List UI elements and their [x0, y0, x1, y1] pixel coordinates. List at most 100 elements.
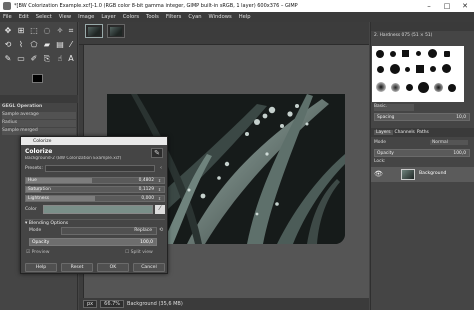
tab-paths[interactable]: Paths — [417, 130, 429, 135]
eye-visibility-icon[interactable]: 👁 — [374, 170, 383, 178]
brush-item[interactable] — [444, 51, 450, 57]
zoom-selector[interactable]: 66.7% — [100, 300, 125, 308]
dialog-heading: Colorize — [25, 148, 53, 155]
menu-file[interactable]: File — [3, 14, 12, 20]
brush-item[interactable] — [430, 66, 436, 72]
airbrush-icon[interactable]: ✐ — [29, 54, 39, 64]
unit-selector[interactable]: px — [83, 300, 98, 308]
brush-item[interactable] — [406, 84, 413, 91]
mode-label: Mode — [29, 228, 42, 233]
presets-combobox[interactable] — [45, 165, 155, 172]
gradient-tool-icon[interactable]: ▤ — [55, 40, 65, 50]
brush-item[interactable] — [416, 65, 424, 73]
menu-cyan[interactable]: Cyan — [188, 14, 201, 20]
split-view-checkbox[interactable]: ☐ Split view — [125, 250, 153, 255]
pick-color-icon[interactable]: ✎ — [151, 148, 163, 158]
layer-name[interactable]: Background — [419, 171, 446, 176]
clone-tool-icon[interactable]: ⎘ — [42, 54, 52, 64]
reset-button[interactable]: Reset — [61, 263, 93, 272]
ok-button[interactable]: OK — [97, 263, 129, 272]
layer-mode-select[interactable]: Normal — [430, 140, 468, 145]
foreground-color-swatch[interactable] — [32, 74, 43, 83]
menu-view[interactable]: View — [59, 14, 71, 20]
warp-tool-icon[interactable]: ⌇ — [16, 40, 26, 50]
lasso-icon[interactable]: ◌ — [42, 26, 52, 36]
eraser-icon[interactable]: ▭ — [16, 54, 26, 64]
preview-label: Preview — [31, 250, 50, 255]
eyedropper-icon[interactable]: ⁄ — [66, 40, 76, 50]
minimize-button[interactable]: – — [420, 2, 438, 10]
menu-image[interactable]: Image — [78, 14, 94, 20]
move-tool-icon[interactable]: ✥ — [3, 26, 13, 36]
brushes-grid[interactable] — [372, 46, 464, 102]
sample-average-row[interactable]: Sample average — [2, 112, 76, 119]
spacing-slider[interactable]: Spacing 10,0 — [374, 113, 470, 121]
opacity-slider[interactable]: Opacity 100,0 — [29, 238, 157, 246]
cancel-button[interactable]: Cancel — [133, 263, 165, 272]
mode-reset-icon[interactable]: ⟲ — [159, 227, 166, 235]
menu-colors[interactable]: Colors — [123, 14, 139, 20]
brush-item[interactable] — [442, 64, 451, 73]
menu-windows[interactable]: Windows — [209, 14, 232, 20]
transform-tool-icon[interactable]: ⟲ — [3, 40, 13, 50]
menu-filters[interactable]: Filters — [166, 14, 182, 20]
dialog-titlebar[interactable]: Colorize — [21, 137, 167, 145]
brush-item[interactable] — [448, 84, 456, 92]
menu-select[interactable]: Select — [36, 14, 52, 20]
align-tool-icon[interactable]: ⊞ — [16, 26, 26, 36]
brush-item[interactable] — [418, 82, 429, 93]
eyedropper-icon[interactable]: ⁄ — [155, 205, 165, 214]
crop-tool-icon[interactable]: ⌗ — [66, 26, 76, 36]
lightness-slider[interactable]: Lightness 0,000 ⇕ — [25, 195, 165, 202]
rect-select-icon[interactable]: ⬚ — [29, 26, 39, 36]
paintbrush-icon[interactable]: ✎ — [3, 54, 13, 64]
brush-item[interactable] — [390, 64, 400, 74]
menu-layer[interactable]: Layer — [101, 14, 115, 20]
brush-item[interactable] — [390, 51, 396, 57]
brush-item[interactable] — [416, 51, 421, 56]
saturation-slider[interactable]: Saturation 0,1129 ⇕ — [25, 186, 165, 193]
brush-item[interactable] — [376, 82, 386, 92]
tab-layers[interactable]: Layers — [374, 130, 393, 135]
radius-row[interactable]: Radius — [2, 120, 76, 127]
brush-category-select[interactable]: Basic. — [374, 104, 414, 111]
close-button[interactable]: ✕ — [456, 2, 474, 10]
brush-item[interactable] — [434, 83, 443, 92]
lightness-spin-icon[interactable]: ⇕ — [156, 196, 163, 201]
brush-item[interactable] — [405, 67, 410, 72]
text-tool-icon[interactable]: A — [66, 54, 76, 64]
layer-opacity-slider[interactable]: Opacity 100,0 — [374, 149, 470, 157]
brush-item[interactable] — [428, 49, 437, 58]
brush-item[interactable] — [402, 50, 409, 57]
image-tab-thumbnail[interactable] — [107, 24, 125, 38]
hue-slider[interactable]: Hue 0,4802 ⇕ — [25, 177, 165, 184]
smudge-tool-icon[interactable]: ☝ — [55, 54, 65, 64]
layer-row[interactable]: 👁 Background — [371, 167, 474, 182]
cage-tool-icon[interactable]: ⬠ — [29, 40, 39, 50]
menu-edit[interactable]: Edit — [19, 14, 29, 20]
saturation-spin-icon[interactable]: ⇕ — [156, 187, 163, 192]
hue-value: 0,4802 — [138, 178, 154, 183]
fuzzy-select-icon[interactable]: ✧ — [55, 26, 65, 36]
maximize-button[interactable]: □ — [438, 2, 456, 10]
mode-select[interactable]: Replace — [61, 227, 157, 235]
blending-options-expander[interactable]: ▾ Blending Options — [25, 219, 165, 226]
presets-menu-icon[interactable]: ‹ — [157, 165, 165, 172]
help-button[interactable]: Help — [25, 263, 57, 272]
window-title: *[BW Colorization Example.xcf]-1.0 (RGB … — [14, 3, 298, 9]
brush-item[interactable] — [391, 83, 400, 92]
preview-checkbox[interactable]: ☑ Preview — [26, 250, 49, 255]
tool-options-tabs[interactable] — [0, 95, 78, 103]
sample-merged-row[interactable]: Sample merged — [2, 128, 76, 135]
brush-item[interactable] — [377, 66, 384, 73]
gimp-app-icon — [3, 2, 11, 10]
brush-item[interactable] — [376, 50, 384, 58]
menu-tools[interactable]: Tools — [146, 14, 159, 20]
image-tab-thumbnail[interactable] — [85, 24, 103, 38]
brushes-dock-tabs[interactable] — [371, 22, 474, 31]
tab-channels[interactable]: Channels — [395, 130, 415, 135]
fill-tool-icon[interactable]: ▰ — [42, 40, 52, 50]
hue-spin-icon[interactable]: ⇕ — [156, 178, 163, 183]
menu-help[interactable]: Help — [239, 14, 251, 20]
color-swatch-button[interactable] — [43, 205, 153, 214]
